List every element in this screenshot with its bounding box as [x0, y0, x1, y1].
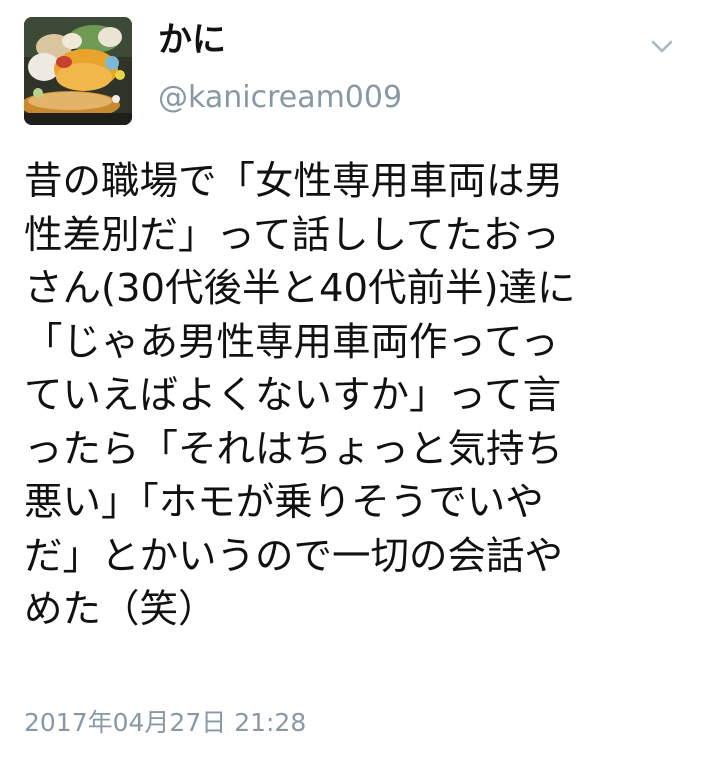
tweet-header: かに @kanicream009: [0, 0, 720, 130]
user-handle[interactable]: @kanicream009: [158, 78, 402, 118]
display-name[interactable]: かに: [158, 18, 226, 62]
tweet-text: 昔の職場で「女性専用車両は男 性差別だ」って話ししてたおっ さん(30代後半と4…: [24, 155, 696, 637]
tweet-card: かに @kanicream009 昔の職場で「女性専用車両は男 性差別だ」って話…: [0, 0, 720, 761]
chevron-down-icon[interactable]: [646, 34, 678, 58]
food-photo-avatar-image: [24, 17, 132, 125]
tweet-text-line: さん(30代後半と40代前半)達に: [24, 266, 576, 311]
tweet-text-line: だ」とかいうので一切の会話や: [24, 533, 564, 579]
avatar[interactable]: [24, 17, 132, 125]
tweet-text-line: 性差別だ」って話ししてたおっ: [24, 212, 560, 258]
tweet-text-line: 「じゃあ男性専用車両作ってっ: [24, 319, 559, 365]
tweet-text-line: 昔の職場で「女性専用車両は男: [24, 159, 564, 204]
tweet-timestamp[interactable]: 2017年04月27日 21:28: [24, 705, 306, 741]
tweet-text-line: ったら「それはちょっと気持ち: [24, 426, 564, 472]
tweet-text-line: ていえばよくないすか」って言: [24, 373, 562, 418]
tweet-text-line: 悪い」「ホモが乗りそうでいや: [24, 480, 544, 525]
tweet-text-line: めた（笑）: [24, 587, 217, 632]
